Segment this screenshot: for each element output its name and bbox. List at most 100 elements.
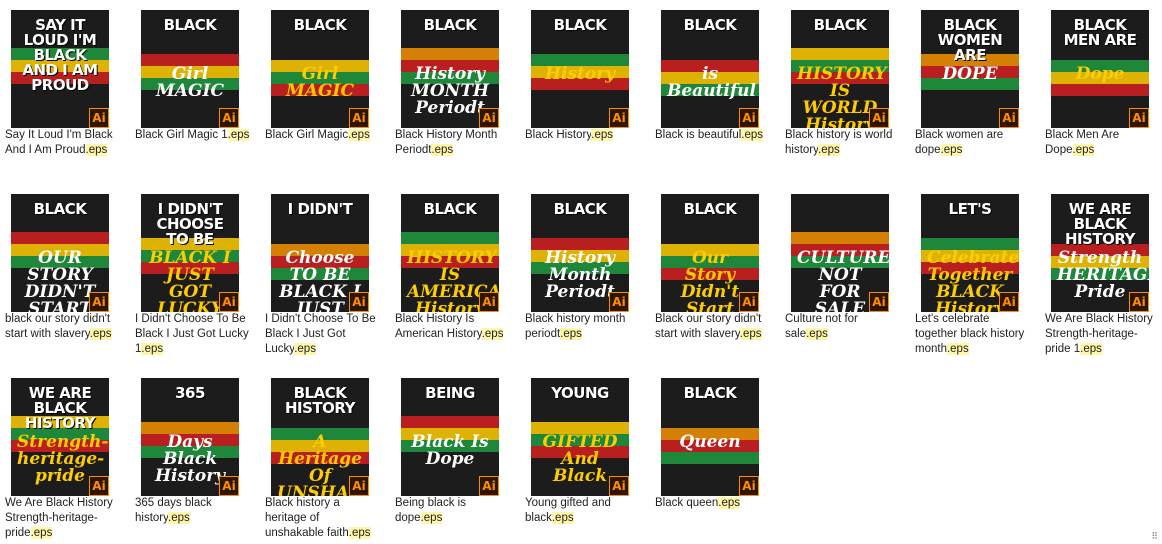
file-thumbnail[interactable]: Being Black Is Dope Ai xyxy=(401,378,499,496)
file-thumbnail[interactable]: BLACK Queen Ai xyxy=(661,378,759,496)
file-base-name: I Didn't Choose To Be Black I Just Got L… xyxy=(265,313,376,355)
file-thumbnail[interactable]: BLACK History Ai xyxy=(531,10,629,128)
illustrator-file-icon: Ai xyxy=(219,292,239,312)
file-name-label[interactable]: Black Men Are Dope.eps xyxy=(1045,128,1161,158)
file-thumbnail[interactable]: BLACK Girl MAGIC Ai xyxy=(271,10,369,128)
file-item[interactable]: BLACK History Ai Black History.eps xyxy=(520,0,646,170)
file-thumbnail[interactable]: Young GIFTED And Black Ai xyxy=(531,378,629,496)
file-grid: SAY IT LOUD I'M BLACK AND I AM PROUD Ai Sa… xyxy=(0,0,1162,544)
file-extension-highlight: .eps xyxy=(1072,144,1095,156)
file-thumbnail[interactable]: Black Women Are DOPE Ai xyxy=(921,10,1019,128)
illustrator-file-icon: Ai xyxy=(1129,292,1149,312)
thumbnail-title-text: Being xyxy=(425,384,475,402)
file-thumbnail[interactable]: BLACKOUR STORY DIDN'T START With SLAVERY… xyxy=(11,194,109,312)
file-name-label[interactable]: Say It Loud I'm Black And I Am Proud.eps xyxy=(5,128,121,158)
file-item[interactable]: Black is Beautiful Ai Black is beautiful.ep… xyxy=(650,0,776,170)
file-extension-highlight: .eps xyxy=(431,144,454,156)
file-name-label[interactable]: I Didn't Choose To Be Black I Just Got L… xyxy=(265,312,381,357)
file-item[interactable]: BlackOur Story Didn't Start With Slavery… xyxy=(650,184,776,354)
file-thumbnail[interactable]: BLACK Girl MAGIC Ai xyxy=(141,10,239,128)
file-name-label[interactable]: Black women are dope.eps xyxy=(915,128,1031,158)
file-item[interactable]: Black History Month Periodt Ai Black histor… xyxy=(520,184,646,354)
file-name-label[interactable]: Black history a heritage of unshakable f… xyxy=(265,496,381,541)
file-name-label[interactable]: Black Girl Magic 1.eps xyxy=(135,128,251,143)
file-name-label[interactable]: Black history month periodt.eps xyxy=(525,312,641,342)
file-name-label[interactable]: Black Girl Magic.eps xyxy=(265,128,381,143)
file-item[interactable]: BLACK History MONTH Periodt Ai Black Histor… xyxy=(390,0,516,170)
file-name-label[interactable]: Black our story didn't start with slaver… xyxy=(655,312,771,342)
file-name-label[interactable]: We Are Black History Strength-heritage-p… xyxy=(5,496,121,541)
illustrator-file-icon: Ai xyxy=(739,292,759,312)
file-extension-highlight: .eps xyxy=(1080,343,1102,355)
file-item[interactable]: BLACK Queen Ai Black queen.eps xyxy=(650,368,776,538)
file-thumbnail[interactable]: I DIDN'TChoose TO BE BLACK I JUST GOT LU… xyxy=(271,194,369,312)
file-item[interactable]: Young GIFTED And Black Ai Young gifted and … xyxy=(520,368,646,538)
file-item[interactable]: 365 Days Black History Ai 365 days black hi… xyxy=(130,368,256,538)
file-item[interactable]: I DIDN'T CHOOSE TO BE BLACK I JUST GOT LU… xyxy=(130,184,256,357)
file-item[interactable]: Black HistoryA Heritage Of UNSHAKABLE Fa… xyxy=(260,368,386,541)
file-thumbnail[interactable]: CULTURE NOT FOR SALE Ai xyxy=(791,194,889,312)
file-name-label[interactable]: I Didn't Choose To Be Black I Just Got L… xyxy=(135,312,251,357)
file-extension-highlight: .eps xyxy=(591,129,613,141)
file-thumbnail[interactable]: WE ARE BLACK HISTORYStrength HERITAGE Pr… xyxy=(1051,194,1149,312)
file-thumbnail[interactable]: LET'SCelebrate Together BLACK History MO… xyxy=(921,194,1019,312)
file-item[interactable]: WE ARE BLACK HISTORYStrength HERITAGE Pr… xyxy=(1040,184,1162,357)
file-thumbnail[interactable]: BLACK HISTORY IS WORLD History Ai xyxy=(791,10,889,128)
thumbnail-title-text: I DIDN'T xyxy=(287,200,353,218)
file-thumbnail[interactable]: Black is Beautiful Ai xyxy=(661,10,759,128)
file-item[interactable]: CULTURE NOT FOR SALE Ai Culture not for sa… xyxy=(780,184,906,354)
file-name-label[interactable]: Young gifted and black.eps xyxy=(525,496,641,526)
file-item[interactable]: LET'SCelebrate Together BLACK History MO… xyxy=(910,184,1036,357)
file-name-label[interactable]: Black history is world history.eps xyxy=(785,128,901,158)
thumbnail-title-text: SAY IT LOUD I'M BLACK AND I AM PROUD xyxy=(22,16,98,94)
file-name-label[interactable]: Being black is dope.eps xyxy=(395,496,511,526)
file-name-label[interactable]: Black is beautiful.eps xyxy=(655,128,771,143)
thumbnail-title-text: I DIDN'T CHOOSE TO BE xyxy=(156,200,224,248)
thumbnail-title-text: BLACK xyxy=(423,200,477,218)
illustrator-file-icon: Ai xyxy=(609,476,629,496)
file-extension-highlight: .eps xyxy=(420,512,443,524)
thumbnail-color-band xyxy=(11,232,109,244)
file-item[interactable]: BLACK Girl MAGIC Ai Black Girl Magic.eps xyxy=(260,0,386,170)
file-name-label[interactable]: Black History Month Periodt.eps xyxy=(395,128,511,158)
file-item[interactable]: SAY IT LOUD I'M BLACK AND I AM PROUD Ai Sa… xyxy=(0,0,126,170)
file-item[interactable]: WE ARE BLACK HISTORY Strength-heritage-pr… xyxy=(0,368,126,541)
file-thumbnail[interactable]: WE ARE BLACK HISTORY Strength-heritage-pr… xyxy=(11,378,109,496)
file-thumbnail[interactable]: BLACK MEN ARE Dope Ai xyxy=(1051,10,1149,128)
file-base-name: Let's celebrate together black history m… xyxy=(915,313,1025,355)
file-thumbnail[interactable]: Black HistoryA Heritage Of UNSHAKABLE Fa… xyxy=(271,378,369,496)
file-item[interactable]: BLACK Girl MAGIC Ai Black Girl Magic 1.eps xyxy=(130,0,256,170)
file-item[interactable]: BLACK HISTORY IS WORLD History Ai Black his… xyxy=(780,0,906,170)
file-item[interactable]: BLACK MEN ARE Dope Ai Black Men Are Dope.ep… xyxy=(1040,0,1162,170)
thumbnail-title-text: BLACK xyxy=(553,16,607,34)
resize-grip-icon[interactable]: ⠿ xyxy=(1151,532,1158,542)
file-item[interactable]: Being Black Is Dope Ai Being black is dope.… xyxy=(390,368,516,538)
file-item[interactable]: Black Women Are DOPE Ai Black women are dop… xyxy=(910,0,1036,170)
illustrator-file-icon: Ai xyxy=(479,292,499,312)
illustrator-file-icon: Ai xyxy=(609,292,629,312)
file-name-label[interactable]: 365 days black history.eps xyxy=(135,496,251,526)
file-item[interactable]: BLACKHISTORY IS AMERICAN HistoryAiBlack … xyxy=(390,184,516,354)
file-thumbnail[interactable]: 365 Days Black History Ai xyxy=(141,378,239,496)
file-name-label[interactable]: Black History Is American History.eps xyxy=(395,312,511,342)
file-name-label[interactable]: Culture not for sale.eps xyxy=(785,312,901,342)
thumbnail-subtitle-text: DOPE xyxy=(942,64,998,84)
file-thumbnail[interactable]: I DIDN'T CHOOSE TO BE BLACK I JUST GOT LU… xyxy=(141,194,239,312)
illustrator-file-icon: Ai xyxy=(349,108,369,128)
file-thumbnail[interactable]: Black History Month Periodt Ai xyxy=(531,194,629,312)
file-item[interactable]: I DIDN'TChoose TO BE BLACK I JUST GOT LU… xyxy=(260,184,386,357)
file-name-label[interactable]: Let's celebrate together black history m… xyxy=(915,312,1031,357)
file-thumbnail[interactable]: BlackOur Story Didn't Start With Slavery… xyxy=(661,194,759,312)
file-extension-highlight: .eps xyxy=(741,129,764,141)
thumbnail-title-text: Black xyxy=(683,200,737,218)
file-thumbnail[interactable]: BLACK History MONTH Periodt Ai xyxy=(401,10,499,128)
file-name-label[interactable]: black our story didn't start with slaver… xyxy=(5,312,121,342)
file-name-label[interactable]: Black queen.eps xyxy=(655,496,771,511)
file-extension-highlight: .eps xyxy=(30,527,53,539)
file-name-label[interactable]: We Are Black History Strength-heritage-p… xyxy=(1045,312,1161,357)
file-name-label[interactable]: Black History.eps xyxy=(525,128,641,143)
file-item[interactable]: BLACKOUR STORY DIDN'T START With SLAVERY… xyxy=(0,184,126,354)
file-thumbnail[interactable]: BLACKHISTORY IS AMERICAN HistoryAi xyxy=(401,194,499,312)
file-thumbnail[interactable]: SAY IT LOUD I'M BLACK AND I AM PROUD Ai xyxy=(11,10,109,128)
file-extension-highlight: .eps xyxy=(141,343,164,355)
